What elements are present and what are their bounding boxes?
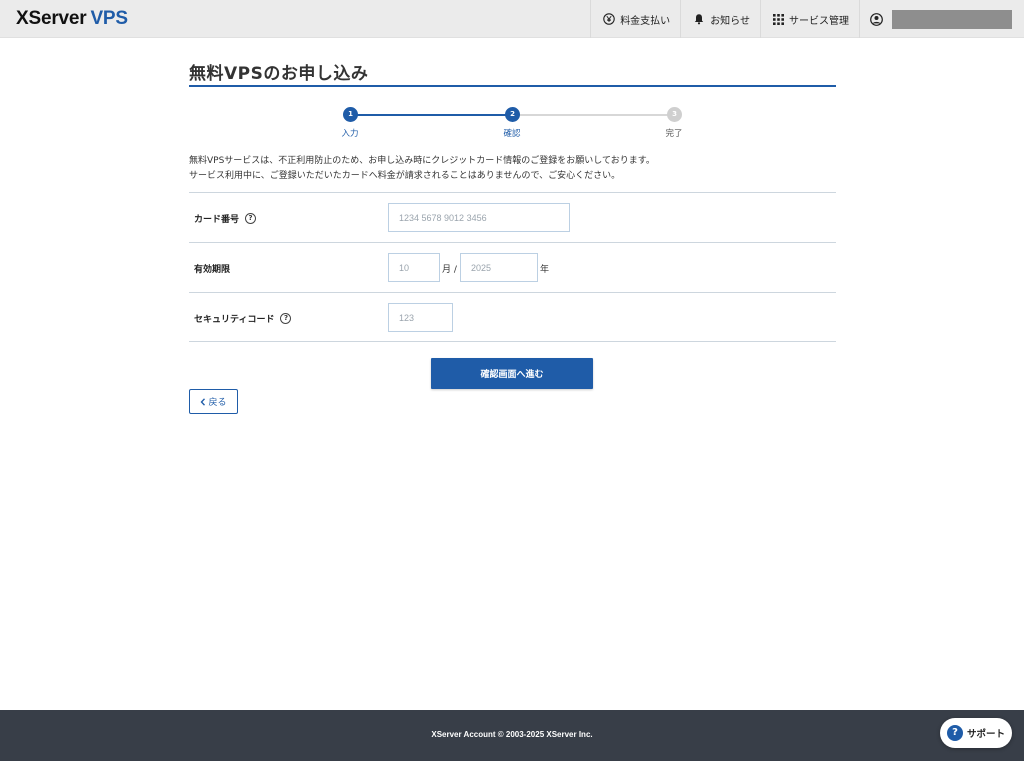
- expiry-label: 有効期限: [194, 243, 230, 293]
- form-row-expiry: 有効期限 10 月 / 2025 年: [189, 242, 836, 292]
- page-title: 無料VPSのお申し込み: [189, 64, 369, 84]
- expiry-label-text: 有効期限: [194, 264, 231, 275]
- title-underline: [189, 85, 836, 87]
- back-button[interactable]: 戻る: [189, 389, 238, 414]
- footer-copyright: XServer Account © 2003-2025 XServer Inc.: [431, 730, 593, 739]
- step-1-label: 入力: [341, 129, 359, 139]
- expiry-year-input[interactable]: 2025: [460, 253, 538, 282]
- progress-stepper: 1 入力 2 確認 3 完了: [189, 107, 836, 141]
- header-nav: 料金支払い お知らせ サービス管理: [590, 0, 1024, 38]
- intro-text: 無料VPSサービスは、不正利用防止のため、お申し込み時にクレジットカード情報のご…: [189, 154, 655, 184]
- security-code-input[interactable]: 123: [388, 303, 453, 332]
- back-button-label: 戻る: [208, 398, 227, 408]
- xserver-vps-logo[interactable]: XServer VPS: [16, 7, 128, 31]
- nav-service-management-label: サービス管理: [789, 15, 849, 27]
- card-number-input[interactable]: 1234 5678 9012 3456: [388, 203, 570, 232]
- logo-main-text: XServer: [16, 8, 87, 29]
- step-3-marker: 3: [667, 107, 682, 122]
- step-connector-pending: [512, 114, 674, 116]
- step-3-label: 完了: [665, 129, 683, 139]
- chevron-left-icon: [200, 397, 206, 406]
- user-circle-icon: [870, 12, 883, 26]
- expiry-month-unit: 月 /: [442, 264, 457, 275]
- question-circle-icon: ?: [947, 725, 963, 741]
- card-number-label: カード番号 ?: [194, 193, 257, 243]
- card-form: カード番号 ? 1234 5678 9012 3456 有効期限 10 月 / …: [189, 192, 836, 342]
- card-number-label-text: カード番号: [194, 214, 240, 225]
- form-row-card-number: カード番号 ? 1234 5678 9012 3456: [189, 192, 836, 242]
- nav-notices-label: お知らせ: [710, 15, 750, 27]
- intro-line-1: 無料VPSサービスは、不正利用防止のため、お申し込み時にクレジットカード情報のご…: [189, 156, 655, 166]
- help-icon[interactable]: ?: [280, 312, 292, 324]
- nav-user-account[interactable]: [859, 0, 1024, 38]
- expiry-year-unit: 年: [540, 264, 550, 275]
- nav-service-management[interactable]: サービス管理: [760, 0, 859, 38]
- nav-billing-label: 料金支払い: [620, 15, 671, 27]
- top-header: XServer VPS 料金支払い お知らせ サービス管理: [0, 0, 1024, 38]
- step-1-marker: 1: [343, 107, 358, 122]
- intro-line-2: サービス利用中に、ご登録いただいたカードへ料金が請求されることはありませんので、…: [189, 171, 621, 181]
- bell-icon: [693, 13, 705, 25]
- grid-icon: [773, 13, 784, 25]
- security-code-label: セキュリティコード ?: [194, 293, 292, 343]
- step-connector-done: [350, 114, 512, 116]
- footer: XServer Account © 2003-2025 XServer Inc.: [0, 710, 1024, 761]
- redacted-username: [892, 9, 1012, 29]
- step-2-label: 確認: [503, 129, 521, 139]
- support-button-label: サポート: [967, 729, 1006, 740]
- logo-accent-text: VPS: [90, 8, 128, 29]
- nav-billing[interactable]: 料金支払い: [590, 0, 680, 38]
- yen-circle-icon: [603, 13, 615, 25]
- step-2-marker: 2: [505, 107, 520, 122]
- proceed-to-confirm-button[interactable]: 確認画面へ進む: [431, 358, 593, 389]
- support-button[interactable]: ? サポート: [940, 718, 1012, 748]
- form-row-security-code: セキュリティコード ? 123: [189, 292, 836, 342]
- help-icon[interactable]: ?: [245, 212, 257, 224]
- expiry-month-input[interactable]: 10: [388, 253, 440, 282]
- nav-notices[interactable]: お知らせ: [680, 0, 760, 38]
- security-code-label-text: セキュリティコード: [194, 314, 275, 325]
